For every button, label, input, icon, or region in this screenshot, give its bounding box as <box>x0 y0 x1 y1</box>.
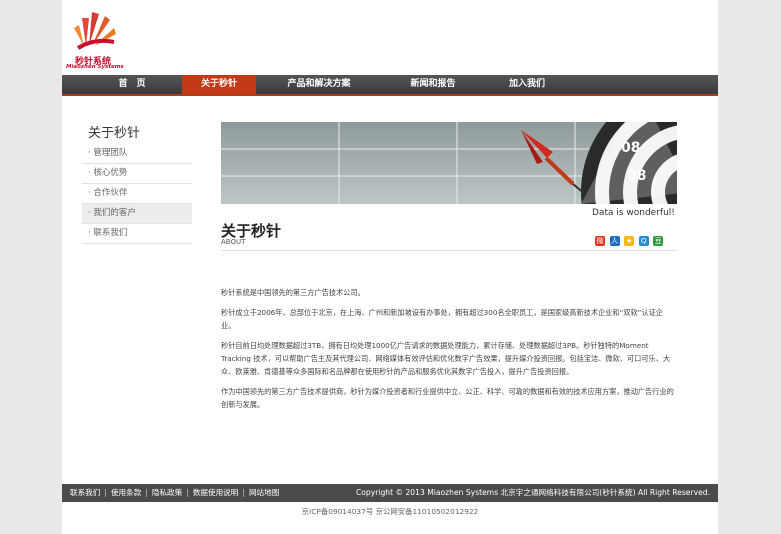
content-paragraph: 秒针成立于2006年，总部位于北京，在上海、广州和新加坡设有办事处，拥有超过30… <box>221 308 663 330</box>
logo-mark-icon <box>74 12 116 50</box>
target-number-2: 08 <box>627 168 646 184</box>
logo[interactable]: 秒针系统 Miaozhen Systems <box>66 8 136 70</box>
sidebar-title: 关于秒针 <box>88 126 141 141</box>
title-divider <box>221 250 677 251</box>
main-nav: 首 页 关于秒针 产品和解决方案 新闻和报告 加入我们 <box>62 75 718 96</box>
target-number-1: 08 <box>621 140 640 156</box>
footer-link-contact[interactable]: 联系我们 <box>70 488 100 497</box>
nav-join[interactable]: 加入我们 <box>497 75 557 94</box>
nav-about[interactable]: 关于秒针 <box>182 75 256 94</box>
footer-link-sitemap[interactable]: 网站地图 <box>249 488 279 497</box>
qzone-icon[interactable]: Q <box>638 236 649 246</box>
sidebar-item-advantages[interactable]: · 核心优势 <box>82 164 192 184</box>
footer-links: 联系我们 | 使用条款 | 隐私政策 | 数据使用说明 | 网站地图 <box>70 488 280 497</box>
renren-icon[interactable]: 人 <box>609 236 620 246</box>
nav-products[interactable]: 产品和解决方案 <box>272 75 366 94</box>
sidebar-menu: · 管理团队 · 核心优势 · 合作伙伴 · 我们的客户 · 联系我们 <box>82 144 192 244</box>
sidebar-item-contact[interactable]: · 联系我们 <box>82 224 192 244</box>
banner-tagline: Data is wonderful! <box>592 208 675 218</box>
footer-link-data-usage[interactable]: 数据使用说明 <box>193 488 239 497</box>
content-paragraph: 秒针目前日均处理数据超过3TB，拥有日均处理1000亿广告请求的数据处理能力，累… <box>221 341 671 376</box>
page-subtitle: ABOUT <box>221 238 246 246</box>
douban-icon[interactable]: 豆 <box>653 236 664 246</box>
favorite-icon[interactable]: ★ <box>624 236 635 246</box>
sidebar-item-team[interactable]: · 管理团队 <box>82 144 192 164</box>
share-bar: 微 人 ★ Q 豆 <box>595 236 665 248</box>
footer: 联系我们 | 使用条款 | 隐私政策 | 数据使用说明 | 网站地图 Copyright © 2… <box>62 484 718 502</box>
sidebar-item-clients[interactable]: · 我们的客户 <box>82 204 192 224</box>
banner-image: 08 08 <box>221 122 677 204</box>
about-content: 秒针系统是中国领先的第三方广告技术公司。 秒针成立于2006年，总部位于北京，在… <box>221 286 677 418</box>
footer-copyright: Copyright © 2013 Miaozhen Systems 北京宇之通网… <box>355 488 710 497</box>
sidebar-item-partners[interactable]: · 合作伙伴 <box>82 184 192 204</box>
nav-news[interactable]: 新闻和报告 <box>397 75 469 94</box>
weibo-icon[interactable]: 微 <box>595 236 605 246</box>
icp-license: 京ICP备09014037号 京公网安备11010502012922 <box>301 507 479 516</box>
nav-home[interactable]: 首 页 <box>82 75 182 94</box>
footer-link-terms[interactable]: 使用条款 <box>111 488 141 497</box>
footer-link-privacy[interactable]: 隐私政策 <box>152 488 182 497</box>
page-container: 秒针系统 Miaozhen Systems 首 页 关于秒针 产品和解决方案 新… <box>62 0 718 534</box>
content-paragraph: 作为中国领先的第三方广告技术提供商，秒针为媒介投资者和行业提供中立、公正、科学、… <box>221 387 674 409</box>
content-paragraph: 秒针系统是中国领先的第三方广告技术公司。 <box>221 288 365 297</box>
logo-text-en: Miaozhen Systems <box>66 64 124 70</box>
